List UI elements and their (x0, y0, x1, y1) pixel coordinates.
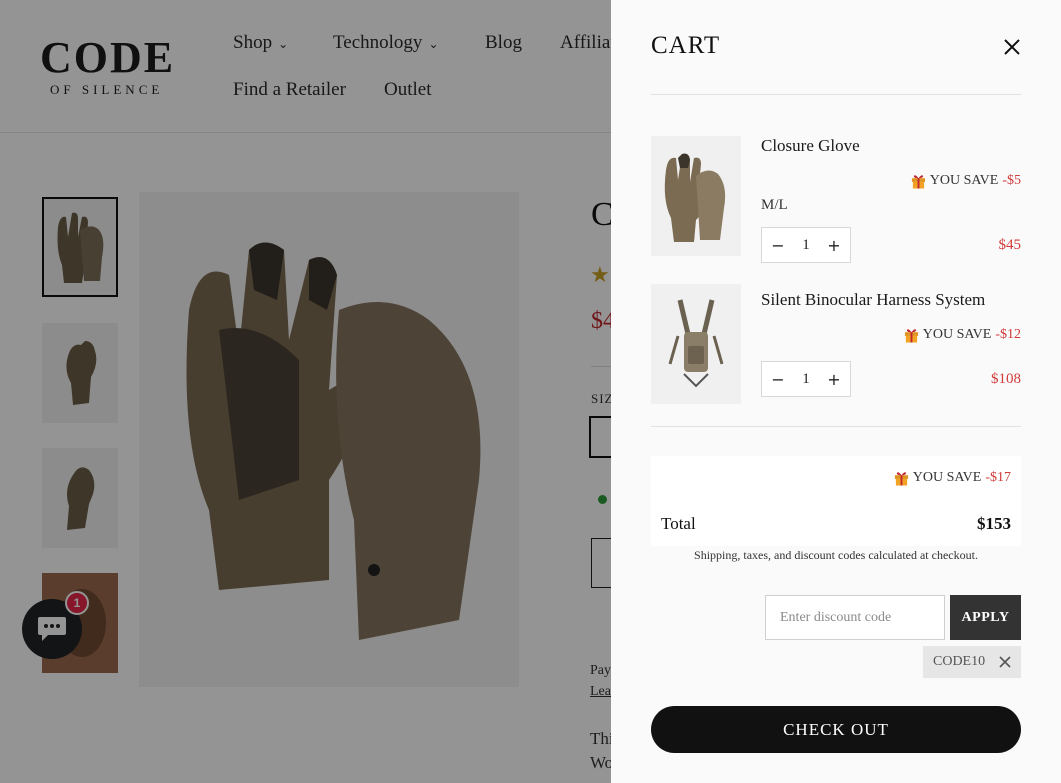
cart-title: CART (651, 32, 721, 59)
cart-drawer: CART Closure Glove YOU SAVE -$5 M/L − 1 … (611, 0, 1061, 783)
checkout-button[interactable]: CHECK OUT (651, 706, 1021, 753)
cart-item-image[interactable] (651, 284, 741, 404)
quantity-stepper: − 1 + (761, 361, 851, 397)
gift-icon (904, 329, 918, 343)
gift-icon (911, 175, 925, 189)
cart-item-image[interactable] (651, 136, 741, 256)
you-save-amount: -$5 (1002, 173, 1021, 188)
divider (651, 426, 1021, 427)
you-save-label: YOU SAVE (929, 173, 999, 188)
glove-image (664, 153, 726, 242)
close-icon[interactable] (1000, 35, 1024, 59)
cart-item-name[interactable]: Silent Binocular Harness System (761, 290, 985, 310)
decrease-quantity-button[interactable]: − (770, 236, 786, 255)
cart-item-name[interactable]: Closure Glove (761, 136, 860, 156)
increase-quantity-button[interactable]: + (826, 370, 842, 389)
shipping-note: Shipping, taxes, and discount codes calc… (694, 548, 978, 562)
cart-item-price: $108 (991, 371, 1021, 387)
apply-discount-button[interactable]: APPLY (950, 595, 1021, 640)
quantity-value[interactable]: 1 (802, 237, 810, 254)
you-save-amount: -$17 (985, 470, 1011, 485)
cart-item-price: $45 (998, 237, 1022, 253)
drawer-backdrop[interactable] (0, 0, 611, 783)
item-savings: YOU SAVE -$12 (904, 327, 1021, 343)
increase-quantity-button[interactable]: + (826, 236, 842, 255)
remove-discount-icon[interactable] (999, 656, 1011, 668)
discount-code-input[interactable] (765, 595, 945, 640)
cart-item-variant: M/L (761, 197, 788, 213)
total-savings: YOU SAVE -$17 (894, 470, 1011, 486)
you-save-label: YOU SAVE (922, 327, 992, 342)
cart-summary: YOU SAVE -$17 Total $153 (651, 456, 1021, 546)
total-value: $153 (977, 514, 1011, 533)
quantity-value[interactable]: 1 (802, 371, 810, 388)
you-save-label: YOU SAVE (912, 470, 982, 485)
applied-discount-tag: CODE10 (923, 646, 1021, 678)
applied-discount-code: CODE10 (933, 654, 986, 669)
gift-icon (894, 472, 908, 486)
decrease-quantity-button[interactable]: − (770, 370, 786, 389)
divider (651, 94, 1021, 95)
total-label: Total (661, 514, 696, 533)
you-save-amount: -$12 (995, 327, 1021, 342)
harness-image (668, 299, 724, 388)
quantity-stepper: − 1 + (761, 227, 851, 263)
item-savings: YOU SAVE -$5 (911, 173, 1021, 189)
